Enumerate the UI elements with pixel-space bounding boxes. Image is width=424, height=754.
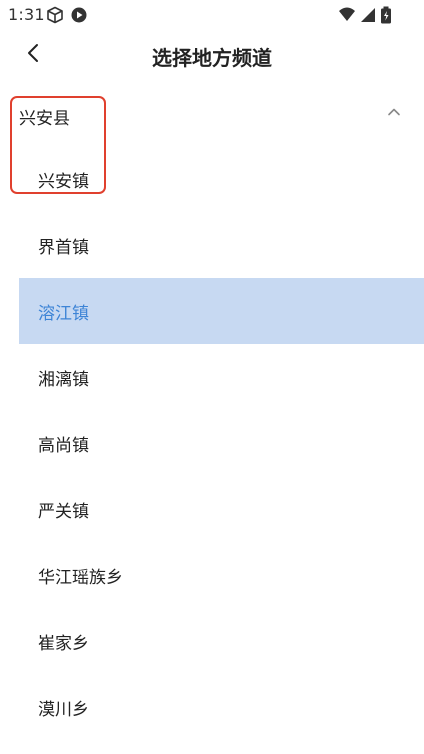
cube-icon [46, 6, 64, 28]
town-item[interactable]: 漠川乡 [19, 674, 424, 740]
town-label: 华江瑶族乡 [38, 567, 123, 588]
chevron-up-icon[interactable] [386, 104, 402, 120]
county-title: 兴安县 [19, 109, 70, 129]
town-label: 兴安镇 [38, 171, 89, 192]
county-group-header[interactable]: 兴安县 [0, 82, 424, 146]
town-label: 漠川乡 [38, 699, 89, 720]
town-item[interactable]: 湘漓镇 [19, 344, 424, 410]
battery-icon [380, 6, 392, 28]
town-label: 严关镇 [38, 501, 89, 522]
town-label: 高尚镇 [38, 435, 89, 456]
status-right-icons [338, 6, 392, 28]
town-label: 崔家乡 [38, 633, 89, 654]
wifi-icon [338, 7, 356, 27]
town-item[interactable]: 高尚镇 [19, 410, 424, 476]
status-bar: 1:31 [0, 0, 424, 30]
town-item[interactable]: 兴安镇 [19, 146, 424, 212]
signal-icon [360, 7, 376, 27]
town-item[interactable]: 华江瑶族乡 [19, 542, 424, 608]
town-item[interactable]: 崔家乡 [19, 608, 424, 674]
town-item[interactable]: 溶江镇 [19, 278, 424, 344]
town-label: 界首镇 [38, 237, 89, 258]
status-left-icons [46, 6, 88, 28]
town-label: 湘漓镇 [38, 369, 89, 390]
channel-select-screen: 1:31 选择地方频道 兴安县 兴安镇 界首镇 溶江镇 湘漓镇 高尚镇 严关镇 … [0, 0, 424, 754]
play-circle-icon [70, 6, 88, 28]
town-item[interactable]: 界首镇 [19, 212, 424, 278]
town-item[interactable]: 严关镇 [19, 476, 424, 542]
town-list: 兴安镇界首镇溶江镇湘漓镇高尚镇严关镇华江瑶族乡崔家乡漠川乡 [0, 146, 424, 740]
status-time: 1:31 [8, 5, 45, 24]
page-title: 选择地方频道 [152, 46, 272, 70]
top-app-bar: 选择地方频道 [0, 30, 424, 80]
town-label: 溶江镇 [38, 303, 89, 324]
